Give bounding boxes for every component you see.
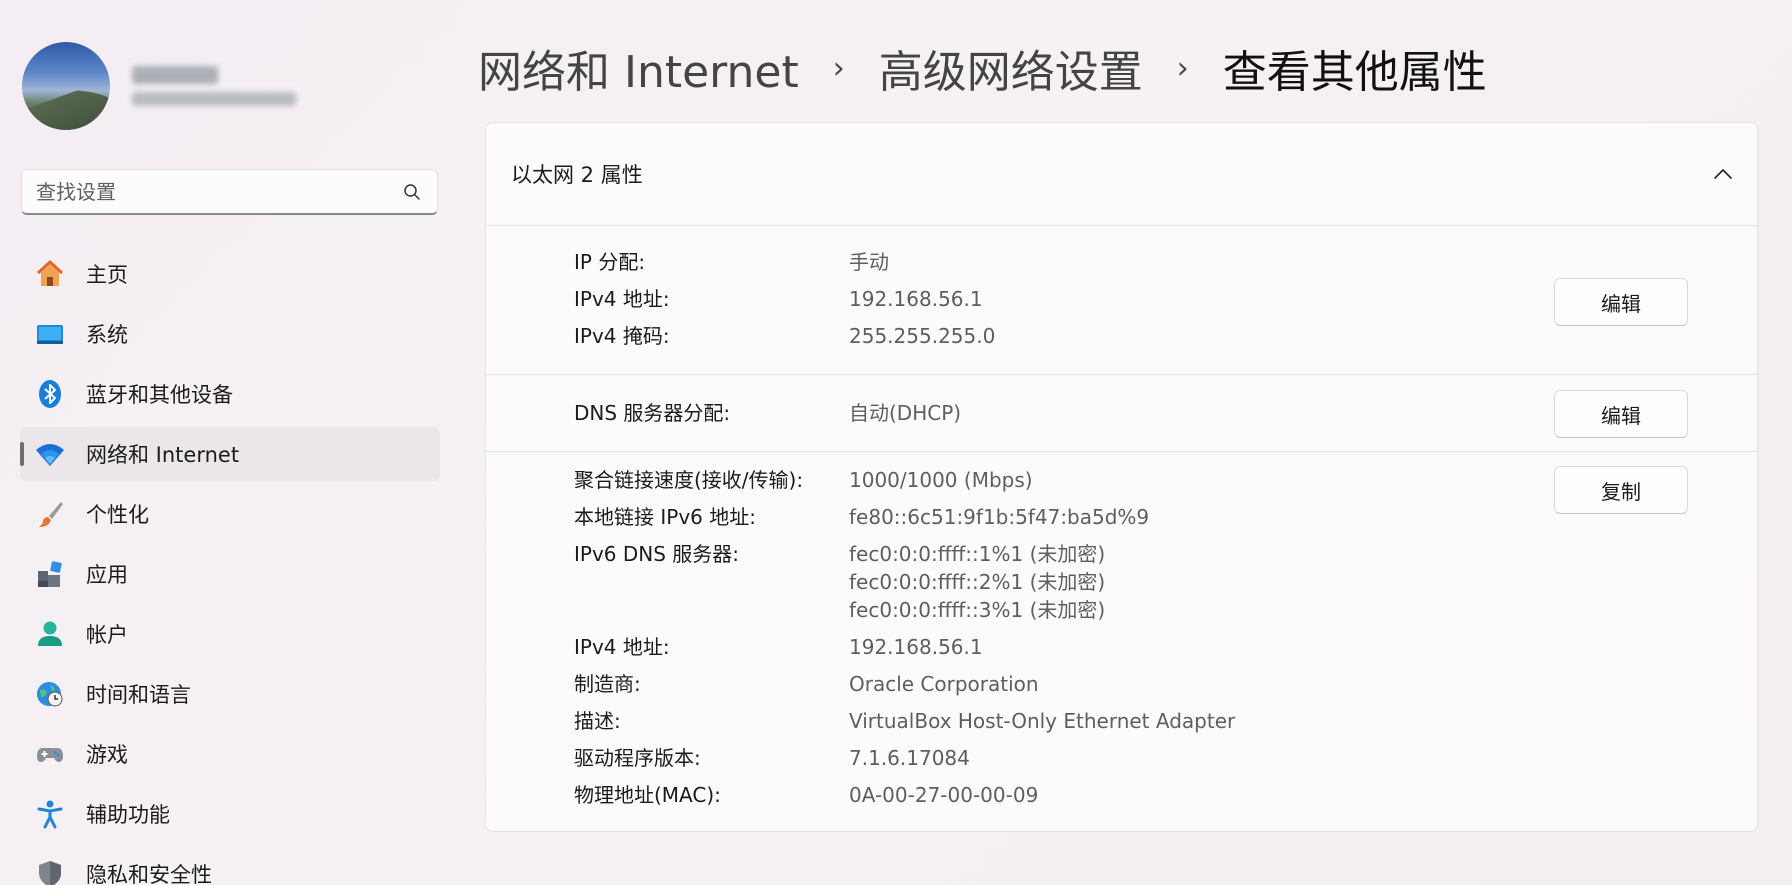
sidebar-item-label: 应用 [86, 563, 128, 587]
sidebar-item-label: 个性化 [86, 503, 149, 527]
property-key: DNS 服务器分配: [574, 401, 731, 425]
page-title: 查看其他属性 [1222, 47, 1487, 98]
sidebar-item-home[interactable]: 主页 [20, 247, 440, 301]
property-value: fe80::6c51:9f1b:5f47:ba5d%9 [849, 505, 1150, 529]
property-key: IPv4 地址: [574, 635, 670, 659]
user-email-blurred [132, 92, 296, 106]
property-value: 手动 [849, 250, 889, 274]
bluetooth-icon [34, 378, 66, 410]
wifi-icon [34, 438, 66, 470]
search-box[interactable] [21, 169, 438, 215]
sidebar-item-label: 帐户 [86, 623, 128, 647]
user-name-blurred [132, 66, 218, 84]
edit-ip-button[interactable]: 编辑 [1554, 278, 1688, 326]
sidebar-item-label: 蓝牙和其他设备 [86, 383, 233, 407]
property-value: 192.168.56.1 [849, 635, 983, 659]
property-value: fec0:0:0:ffff::3%1 (未加密) [849, 598, 1106, 622]
property-value: 192.168.56.1 [849, 287, 983, 311]
property-row: IPv4 地址: 192.168.56.1 [574, 633, 983, 661]
property-key: 描述: [574, 709, 621, 733]
property-row: IPv6 DNS 服务器: fec0:0:0:ffff::1%1 (未加密) f… [574, 540, 1105, 624]
sidebar-item-accessibility[interactable]: 辅助功能 [20, 787, 440, 841]
property-value: 255.255.255.0 [849, 324, 996, 348]
sidebar-item-bluetooth[interactable]: 蓝牙和其他设备 [20, 367, 440, 421]
property-value: 7.1.6.17084 [849, 746, 970, 770]
sidebar-item-privacy[interactable]: 隐私和安全性 [20, 847, 440, 885]
ip-settings-section: IP 分配: 手动 IPv4 地址: 192.168.56.1 IPv4 掩码:… [486, 226, 1757, 375]
sidebar-item-system[interactable]: 系统 [20, 307, 440, 361]
sidebar-item-network[interactable]: 网络和 Internet [20, 427, 440, 481]
paintbrush-icon [34, 498, 66, 530]
avatar[interactable] [22, 42, 110, 130]
property-key: 驱动程序版本: [574, 746, 701, 770]
property-key: IPv6 DNS 服务器: [574, 542, 740, 566]
property-value: 1000/1000 (Mbps) [849, 468, 1033, 492]
breadcrumb: 网络和 Internet › 高级网络设置 › 查看其他属性 [478, 36, 1487, 100]
chevron-up-icon[interactable] [1713, 165, 1733, 184]
copy-button[interactable]: 复制 [1554, 466, 1688, 514]
account-icon [34, 618, 66, 650]
sidebar-item-accounts[interactable]: 帐户 [20, 607, 440, 661]
sidebar-item-label: 网络和 Internet [86, 443, 240, 467]
property-value: VirtualBox Host-Only Ethernet Adapter [849, 709, 1236, 733]
search-icon[interactable] [401, 181, 423, 203]
property-key: IP 分配: [574, 250, 646, 274]
adapter-details-section: 复制 聚合链接速度(接收/传输): 1000/1000 (Mbps) 本地链接 … [486, 452, 1757, 831]
breadcrumb-advanced-network[interactable]: 高级网络设置 [879, 36, 1143, 100]
property-row: 本地链接 IPv6 地址: fe80::6c51:9f1b:5f47:ba5d%… [574, 503, 1149, 531]
property-value-list: fec0:0:0:ffff::1%1 (未加密) fec0:0:0:ffff::… [849, 540, 1105, 624]
property-key: 物理地址(MAC): [574, 783, 721, 807]
edit-dns-button[interactable]: 编辑 [1554, 390, 1688, 438]
property-value: 自动(DHCP) [849, 401, 962, 425]
sidebar-item-label: 辅助功能 [86, 803, 170, 827]
user-info-blurred [132, 66, 296, 106]
sidebar-item-label: 游戏 [86, 743, 128, 767]
gamepad-icon [34, 738, 66, 770]
property-row: 物理地址(MAC): 0A-00-27-00-00-09 [574, 781, 1038, 809]
system-display-icon [34, 318, 66, 350]
property-value: 0A-00-27-00-00-09 [849, 783, 1039, 807]
chevron-right-icon: › [1176, 50, 1189, 86]
property-key: 制造商: [574, 672, 641, 696]
property-key: 聚合链接速度(接收/传输): [574, 468, 804, 492]
user-profile[interactable] [22, 42, 296, 130]
sidebar-item-label: 时间和语言 [86, 683, 191, 707]
sidebar-item-gaming[interactable]: 游戏 [20, 727, 440, 781]
search-input[interactable] [36, 179, 401, 204]
property-row: IPv4 地址: 192.168.56.1 [574, 285, 983, 313]
property-row: 描述: VirtualBox Host-Only Ethernet Adapte… [574, 707, 1235, 735]
sidebar-item-label: 隐私和安全性 [86, 863, 212, 885]
property-key: IPv4 掩码: [574, 324, 670, 348]
sidebar-item-apps[interactable]: 应用 [20, 547, 440, 601]
property-key: IPv4 地址: [574, 287, 670, 311]
panel-title: 以太网 2 属性 [511, 163, 643, 187]
shield-icon [34, 858, 66, 885]
breadcrumb-network[interactable]: 网络和 Internet [478, 36, 799, 100]
sidebar-nav: 主页 系统 蓝牙和其他设备 网络和 Internet 个性化 应用 帐户 时间和… [20, 247, 440, 885]
property-row: 聚合链接速度(接收/传输): 1000/1000 (Mbps) [574, 466, 1033, 494]
property-value: Oracle Corporation [849, 672, 1039, 696]
property-row: IP 分配: 手动 [574, 248, 889, 276]
sidebar-item-personalization[interactable]: 个性化 [20, 487, 440, 541]
sidebar-item-label: 主页 [86, 263, 128, 287]
ethernet-properties-panel: 以太网 2 属性 IP 分配: 手动 IPv4 地址: 192.168.56.1… [485, 122, 1758, 832]
property-row: 驱动程序版本: 7.1.6.17084 [574, 744, 970, 772]
property-key: 本地链接 IPv6 地址: [574, 505, 756, 529]
sidebar-item-label: 系统 [86, 323, 128, 347]
chevron-right-icon: › [832, 50, 845, 86]
property-value: fec0:0:0:ffff::1%1 (未加密) [849, 542, 1106, 566]
globe-clock-icon [34, 678, 66, 710]
sidebar: 主页 系统 蓝牙和其他设备 网络和 Internet 个性化 [0, 0, 460, 885]
home-icon [34, 258, 66, 290]
sidebar-item-time-language[interactable]: 时间和语言 [20, 667, 440, 721]
accessibility-icon [34, 798, 66, 830]
property-row: DNS 服务器分配: 自动(DHCP) [574, 399, 961, 427]
property-value: fec0:0:0:ffff::2%1 (未加密) [849, 570, 1106, 594]
apps-icon [34, 558, 66, 590]
property-row: IPv4 掩码: 255.255.255.0 [574, 322, 995, 350]
property-row: 制造商: Oracle Corporation [574, 670, 1039, 698]
panel-header[interactable]: 以太网 2 属性 [486, 123, 1757, 226]
dns-settings-section: DNS 服务器分配: 自动(DHCP) 编辑 [486, 375, 1757, 452]
